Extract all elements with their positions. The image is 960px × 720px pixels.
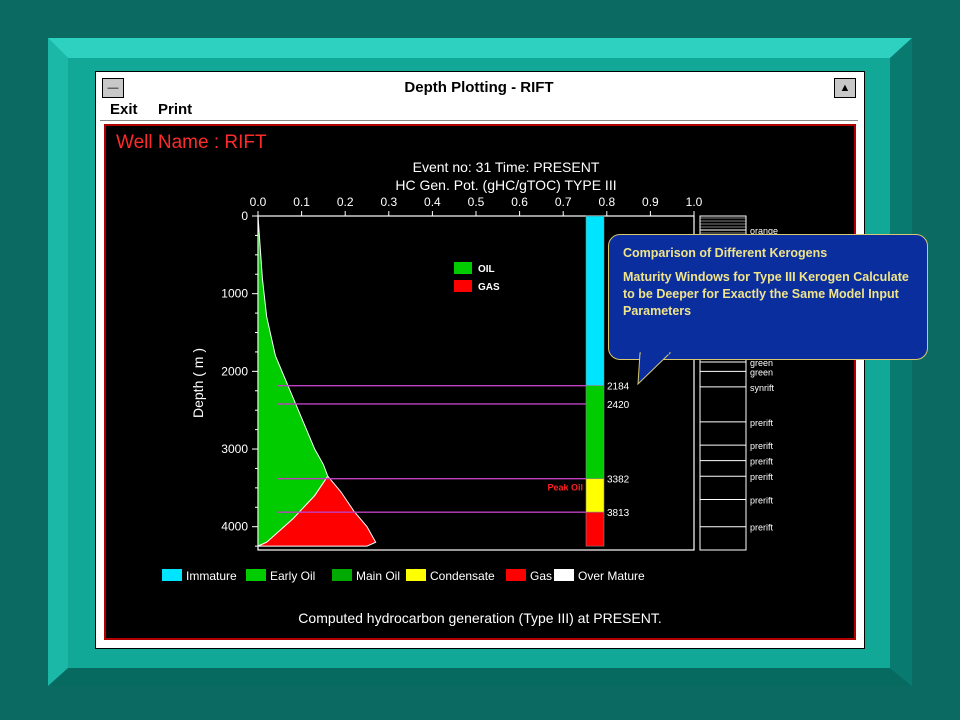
window-title: Depth Plotting - RIFT (404, 79, 554, 96)
y-tick-label: 0 (241, 209, 248, 223)
maturity-legend-swatch (554, 569, 574, 581)
title-bar: — Depth Plotting - RIFT ▲ (100, 76, 858, 101)
legend-swatch-gas (454, 280, 472, 292)
y-tick-label: 1000 (221, 287, 248, 301)
y-tick-label: 4000 (221, 520, 248, 534)
maturity-legend-swatch (406, 569, 426, 581)
x-tick-label: 0.1 (293, 195, 310, 209)
strat-label: synrift (750, 383, 775, 393)
x-tick-label: 0.3 (380, 195, 397, 209)
callout-title: Comparison of Different Kerogens (623, 246, 828, 260)
maturity-legend-label: Early Oil (270, 569, 315, 583)
depth-marker-label: 2420 (607, 400, 630, 411)
maturity-zone-condensate (585, 478, 605, 513)
x-tick-label: 0.8 (598, 195, 615, 209)
legend-label-gas: GAS (478, 282, 500, 293)
maturity-legend-swatch (332, 569, 352, 581)
depth-marker-label: 2184 (607, 382, 630, 393)
strat-label: prerift (750, 418, 774, 428)
x-tick-label: 1.0 (686, 195, 703, 209)
callout-box: Comparison of Different Kerogens Maturit… (608, 234, 928, 360)
strat-label: green (750, 367, 773, 377)
chart-title: Event no: 31 Time: PRESENT (413, 159, 600, 175)
x-tick-label: 0.5 (468, 195, 485, 209)
peak-oil-label: Peak Oil (547, 483, 583, 493)
depth-chart: Event no: 31 Time: PRESENT HC Gen. Pot. (… (162, 159, 778, 583)
depth-marker-label: 3382 (607, 475, 630, 486)
application-window: — Depth Plotting - RIFT ▲ Exit Print Wel… (96, 72, 864, 648)
callout-pointer (637, 352, 672, 386)
strat-label: prerift (750, 472, 774, 482)
maturity-legend-swatch (162, 569, 182, 581)
strat-label: prerift (750, 523, 774, 533)
y-axis-label: Depth ( m ) (190, 348, 206, 418)
maturity-legend-swatch (246, 569, 266, 581)
strat-label: prerift (750, 441, 774, 451)
menu-exit[interactable]: Exit (110, 101, 138, 118)
chart-caption: Computed hydrocarbon generation (Type II… (298, 610, 662, 626)
legend-swatch-oil (454, 262, 472, 274)
maturity-zone-immature (585, 215, 605, 386)
maturity-legend-label: Immature (186, 569, 237, 583)
menu-print[interactable]: Print (158, 101, 192, 118)
depth-marker-label: 3813 (607, 508, 630, 519)
y-tick-label: 2000 (221, 364, 248, 378)
plot-area: Well Name : RIFT Event no: 31 Time: PRES… (104, 124, 856, 640)
maturity-legend-swatch (506, 569, 526, 581)
chart-subtitle: HC Gen. Pot. (gHC/gTOC) TYPE III (395, 177, 616, 193)
strat-label: prerift (750, 496, 774, 506)
menu-bar: Exit Print (100, 100, 858, 121)
y-tick-label: 3000 (221, 442, 248, 456)
minimize-button[interactable]: ▲ (834, 78, 856, 98)
x-tick-label: 0.6 (511, 195, 528, 209)
x-tick-label: 0.2 (337, 195, 354, 209)
maturity-zone-main-oil (585, 385, 605, 479)
x-tick-label: 0.9 (642, 195, 659, 209)
legend-label-oil: OIL (478, 264, 495, 275)
callout-body: Maturity Windows for Type III Kerogen Ca… (623, 270, 909, 318)
strat-label: prerift (750, 457, 774, 467)
maturity-zone-gas (585, 511, 605, 547)
maturity-legend-label: Gas (530, 569, 552, 583)
maturity-legend-label: Condensate (430, 569, 495, 583)
maturity-legend-label: Main Oil (356, 569, 400, 583)
maturity-legend-label: Over Mature (578, 569, 645, 583)
x-tick-label: 0.0 (250, 195, 267, 209)
x-tick-label: 0.7 (555, 195, 572, 209)
x-tick-label: 0.4 (424, 195, 441, 209)
